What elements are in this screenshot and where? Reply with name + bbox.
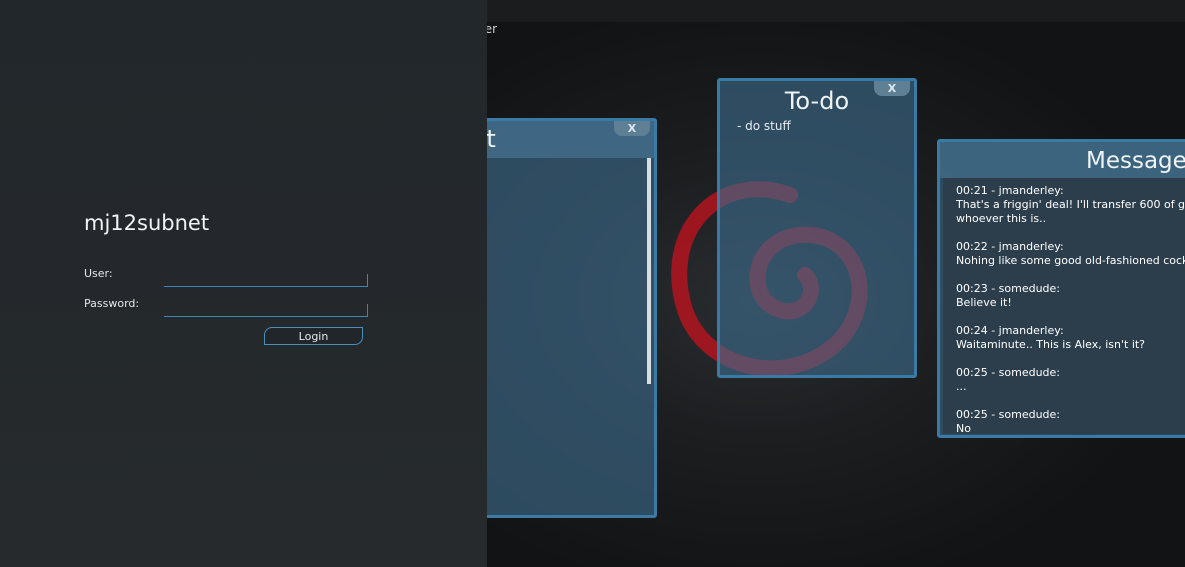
message-line: No	[956, 422, 971, 434]
todo-window[interactable]: To-do X - do stuff	[717, 78, 917, 378]
message-item: 00:22 - jmanderley: Nohing like some goo…	[943, 240, 1185, 268]
edit-close-button[interactable]: X	[614, 121, 650, 136]
messages-list[interactable]: 00:21 - jmanderley: That's a friggin' de…	[943, 178, 1185, 434]
message-header: 00:25 - somedude:	[956, 366, 1061, 379]
login-panel: mj12subnet User: Password: Login	[0, 0, 487, 567]
message-item: 00:21 - jmanderley: That's a friggin' de…	[943, 184, 1185, 226]
message-item: 00:24 - jmanderley: Waitaminute.. This i…	[943, 324, 1185, 352]
message-header: 00:21 - jmanderley:	[956, 184, 1064, 197]
messages-window[interactable]: Messages 00:21 - jmanderley: That's a fr…	[937, 139, 1185, 438]
login-title: mj12subnet	[84, 211, 210, 235]
password-label: Password:	[84, 297, 140, 310]
message-item: 00:25 - somedude: ...	[943, 366, 1185, 394]
user-label: User:	[84, 267, 113, 280]
message-line: Believe it!	[956, 296, 1012, 309]
todo-text[interactable]: - do stuff	[737, 119, 791, 133]
message-line: whoever this is..	[956, 212, 1047, 225]
message-line: ...	[956, 380, 967, 393]
message-line: Nohing like some good old-fashioned cock	[956, 254, 1185, 267]
user-input[interactable]	[164, 274, 368, 287]
messages-window-title: Messages	[1086, 148, 1185, 174]
edit-window[interactable]: lit X	[470, 118, 657, 518]
message-header: 00:22 - jmanderley:	[956, 240, 1064, 253]
edit-scrollbar[interactable]	[647, 158, 651, 384]
message-item: 00:25 - somedude: No	[943, 408, 1185, 434]
message-line: Waitaminute.. This is Alex, isn't it?	[956, 338, 1146, 351]
message-header: 00:23 - somedude:	[956, 282, 1061, 295]
message-line: That's a friggin' deal! I'll transfer 60…	[956, 198, 1185, 211]
login-button[interactable]: Login	[264, 327, 363, 345]
messages-titlebar[interactable]: Messages	[940, 142, 1185, 178]
todo-close-button[interactable]: X	[874, 81, 910, 96]
password-input[interactable]	[164, 304, 368, 317]
message-item: 00:23 - somedude: Believe it!	[943, 282, 1185, 310]
message-header: 00:24 - jmanderley:	[956, 324, 1064, 337]
message-header: 00:25 - somedude:	[956, 408, 1061, 421]
